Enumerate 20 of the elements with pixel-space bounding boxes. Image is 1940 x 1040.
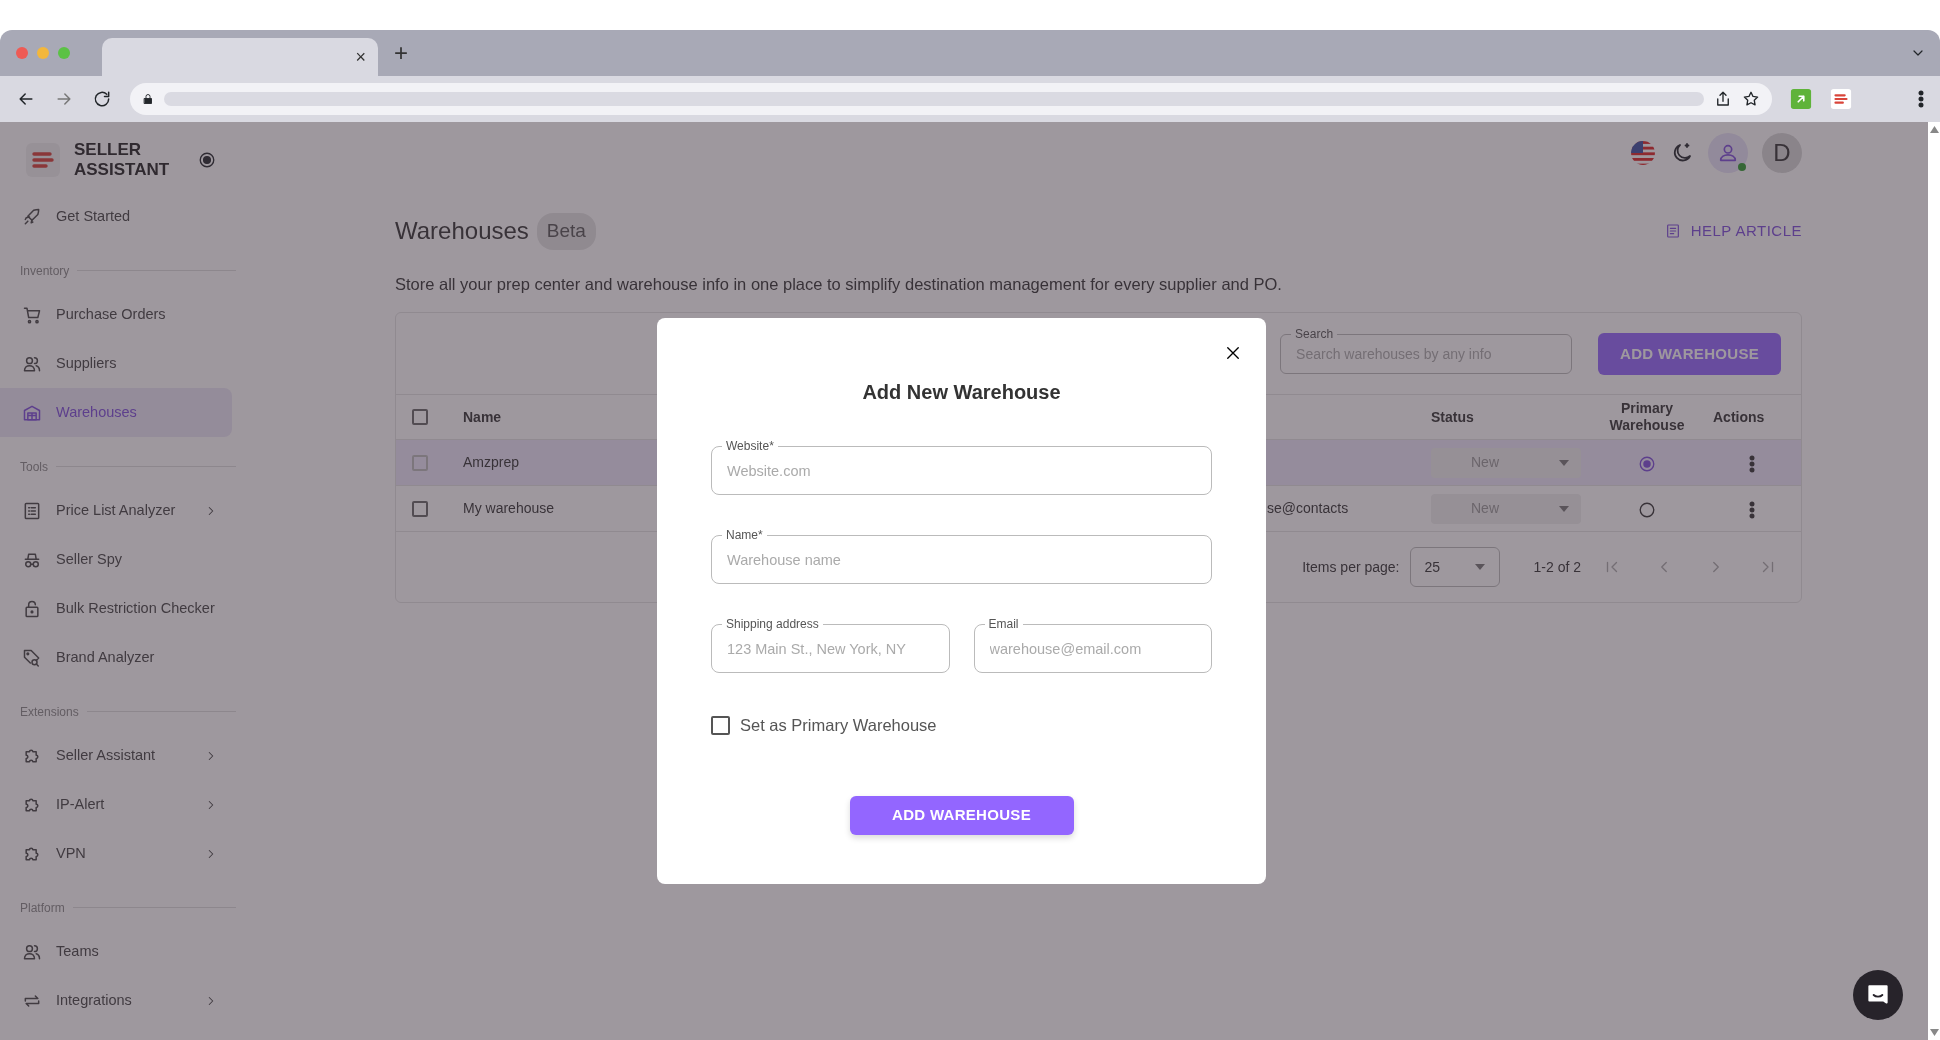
column-header: Actions [1712, 407, 1766, 427]
page-description: Store all your prep center and warehouse info in one place to simplify destination management for every supplier and PO. [395, 273, 1283, 295]
column-header: Primary Warehouse [1608, 400, 1686, 435]
table-cell-text: My warehouse [462, 499, 556, 519]
beta-badge: Beta [536, 213, 596, 250]
column-header: Status [1430, 407, 1475, 427]
sidebar-section-label: Inventory [0, 241, 236, 290]
sidebar-section-label: Platform [0, 878, 236, 927]
column-header: Name [462, 407, 503, 427]
pagination-range: 1-2 of 2 [1533, 557, 1581, 577]
checkbox-label: Set as Primary Warehouse [740, 715, 937, 736]
items-per-page-label: Items per page: [1302, 557, 1400, 577]
field-label: Shipping address [722, 616, 823, 632]
table-cell-text: Amzprep [462, 453, 521, 473]
page-title: Warehouses [395, 216, 529, 246]
table-cell-text: se@contacts [1267, 499, 1350, 519]
modal-title: Add New Warehouse [861, 380, 1062, 404]
sidebar-section-label: Extensions [0, 682, 236, 731]
sidebar-section-label: Tools [0, 437, 236, 486]
brand-name: SELLER ASSISTANT [74, 140, 171, 180]
